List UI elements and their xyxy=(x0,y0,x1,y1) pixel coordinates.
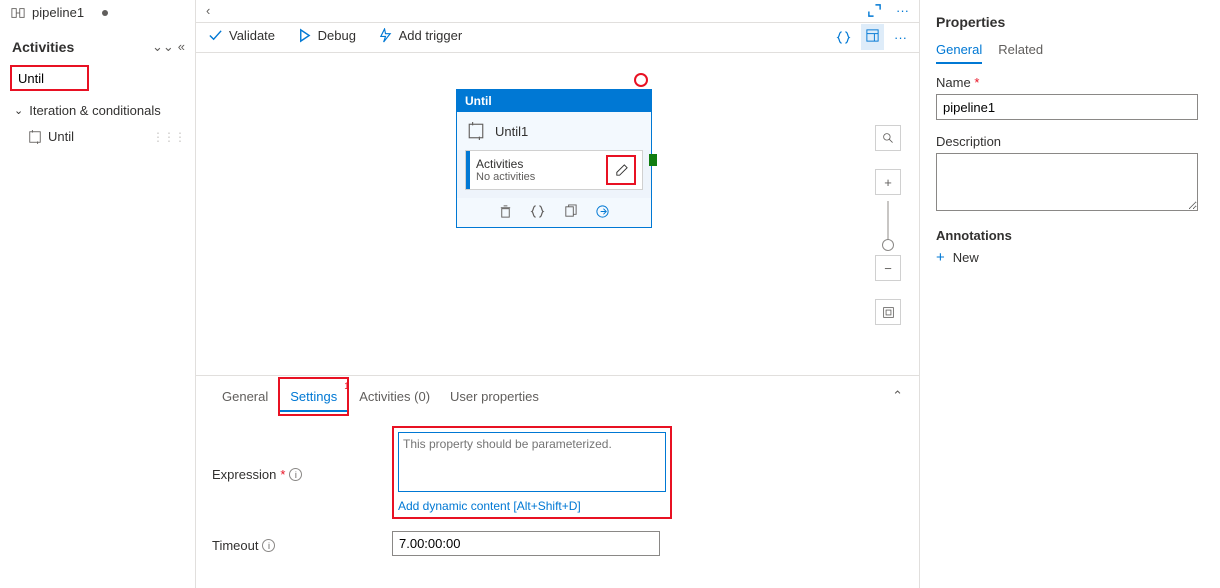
info-icon[interactable]: i xyxy=(289,468,302,481)
tab-user-properties[interactable]: User properties xyxy=(440,379,549,414)
activities-search[interactable] xyxy=(10,65,89,91)
until-loop-icon xyxy=(467,122,485,140)
activities-search-input[interactable] xyxy=(18,71,194,86)
properties-toggle-button[interactable] xyxy=(861,24,884,50)
tab-activities-label: Activities (0) xyxy=(359,389,430,404)
info-icon[interactable]: i xyxy=(262,539,275,552)
activity-label: Until xyxy=(48,129,74,144)
new-annotation-label: New xyxy=(953,250,979,265)
add-trigger-button[interactable]: Add trigger xyxy=(378,28,463,43)
panel-expand-icon[interactable]: ‹ xyxy=(206,3,210,18)
node-type-label: Until xyxy=(457,90,651,112)
check-icon xyxy=(208,28,223,43)
timeout-label: Timeout i xyxy=(212,531,392,556)
tab-settings-label: Settings xyxy=(290,389,337,404)
tab-user-props-label: User properties xyxy=(450,389,539,404)
properties-pane-icon xyxy=(865,28,880,43)
delete-icon[interactable] xyxy=(498,204,513,219)
code-braces-icon[interactable] xyxy=(836,30,851,45)
output-handle[interactable] xyxy=(649,154,657,166)
play-icon xyxy=(297,28,312,43)
tab-activities[interactable]: Activities (0) xyxy=(349,379,440,414)
pipeline-icon xyxy=(10,6,26,20)
plus-icon: + xyxy=(936,249,945,266)
properties-title: Properties xyxy=(936,14,1204,30)
more-actions-icon[interactable]: ··· xyxy=(894,30,907,45)
required-star: * xyxy=(280,467,285,482)
properties-tab-general[interactable]: General xyxy=(936,42,982,63)
debug-label: Debug xyxy=(318,28,356,43)
until-loop-icon xyxy=(28,130,42,144)
properties-tab-general-label: General xyxy=(936,42,982,57)
name-field-label: Name * xyxy=(936,75,1204,90)
annotations-label: Annotations xyxy=(936,228,1204,243)
expand-icon[interactable] xyxy=(867,3,882,18)
zoom-out-button[interactable]: − xyxy=(875,255,901,281)
expression-input[interactable] xyxy=(398,432,666,492)
unsaved-dot-icon xyxy=(102,10,108,16)
validation-error-icon xyxy=(634,73,648,87)
description-input[interactable] xyxy=(936,153,1198,211)
until-activity-node[interactable]: Until Until1 Activities No activities xyxy=(456,89,652,228)
zoom-thumb[interactable] xyxy=(882,239,894,251)
search-icon xyxy=(882,132,895,145)
properties-tab-related[interactable]: Related xyxy=(998,42,1043,63)
properties-tab-related-label: Related xyxy=(998,42,1043,57)
pencil-icon xyxy=(614,163,629,178)
pane-collapse-icon[interactable]: ⌃ xyxy=(892,388,903,404)
node-sub-text: No activities xyxy=(476,171,600,183)
timeout-label-text: Timeout xyxy=(212,538,258,553)
node-name: Until1 xyxy=(495,124,528,139)
canvas-zoom-controls: + − xyxy=(875,125,901,325)
description-label: Description xyxy=(936,134,1204,149)
required-star: * xyxy=(974,75,979,90)
output-arrow-icon[interactable] xyxy=(595,204,610,219)
section-iteration-conditionals[interactable]: ⌄ Iteration & conditionals xyxy=(0,97,195,124)
panel-collapse-icon[interactable]: « xyxy=(178,39,185,55)
more-menu-icon[interactable]: ··· xyxy=(896,3,909,18)
add-annotation-button[interactable]: + New xyxy=(936,249,1204,266)
drag-grip-icon[interactable]: ⋮⋮⋮ xyxy=(152,130,185,144)
tab-general-label: General xyxy=(222,389,268,404)
section-label: Iteration & conditionals xyxy=(29,103,161,118)
activity-until[interactable]: Until ⋮⋮⋮ xyxy=(0,124,195,149)
pipeline-tab-label: pipeline1 xyxy=(32,5,84,20)
active-tab-underline xyxy=(280,410,347,412)
timeout-input[interactable] xyxy=(392,531,660,556)
activities-heading: Activities xyxy=(12,39,74,55)
name-field-label-text: Name xyxy=(936,75,971,90)
code-braces-icon[interactable] xyxy=(530,204,545,219)
trigger-icon xyxy=(378,28,393,43)
pipeline-tab[interactable]: pipeline1 xyxy=(0,0,195,23)
expression-label-text: Expression xyxy=(212,467,276,482)
canvas-search-button[interactable] xyxy=(875,125,901,151)
fit-icon xyxy=(882,306,895,319)
chevron-down-icon: ⌄ xyxy=(14,104,23,117)
tab-general[interactable]: General xyxy=(212,379,278,414)
zoom-slider[interactable] xyxy=(887,201,889,249)
expression-label: Expression * i xyxy=(212,426,392,519)
node-sub-label: Activities xyxy=(476,157,600,171)
validate-label: Validate xyxy=(229,28,275,43)
tab-settings[interactable]: Settings 1 xyxy=(278,377,349,416)
pipeline-name-input[interactable] xyxy=(936,94,1198,120)
copy-icon[interactable] xyxy=(563,204,578,219)
zoom-in-button[interactable]: + xyxy=(875,169,901,195)
debug-button[interactable]: Debug xyxy=(297,28,356,43)
add-dynamic-content-link[interactable]: Add dynamic content [Alt+Shift+D] xyxy=(398,499,666,513)
add-trigger-label: Add trigger xyxy=(399,28,463,43)
validate-button[interactable]: Validate xyxy=(208,28,275,43)
pipeline-canvas[interactable]: Until Until1 Activities No activities xyxy=(196,53,919,375)
fit-to-screen-button[interactable] xyxy=(875,299,901,325)
collapse-all-icon[interactable]: ⌄⌄ xyxy=(152,39,174,55)
edit-activities-button[interactable] xyxy=(606,155,636,185)
